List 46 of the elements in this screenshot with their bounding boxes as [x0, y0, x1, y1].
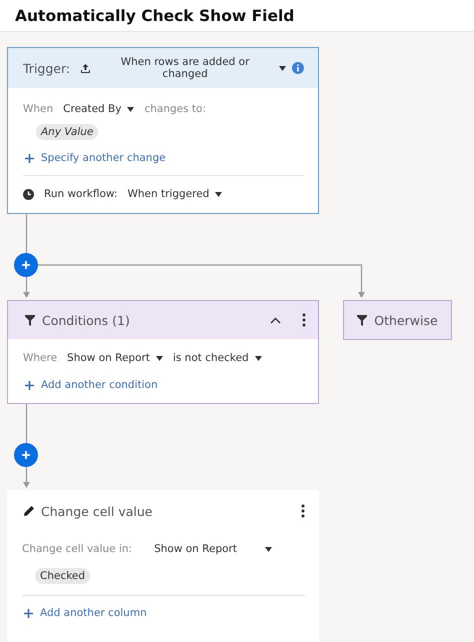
collapse-icon[interactable] — [270, 316, 281, 324]
value-chip[interactable]: Any Value — [36, 124, 98, 140]
value-chip[interactable]: Checked — [35, 568, 90, 584]
plus-icon — [25, 154, 34, 162]
otherwise-label: Otherwise — [374, 312, 438, 328]
filter-icon — [357, 314, 368, 326]
add-condition-link[interactable]: Add another condition — [23, 375, 160, 395]
field-dropdown[interactable]: Show on Report — [67, 352, 163, 364]
caret-icon — [215, 192, 222, 196]
operator-dropdown[interactable]: is not checked — [172, 352, 262, 364]
conditions-title: Conditions (1) — [42, 312, 130, 328]
upload-icon — [80, 62, 92, 74]
down-arrow — [23, 467, 30, 488]
add-column-link[interactable]: Add another column — [22, 603, 149, 623]
caret-icon — [254, 356, 262, 360]
change-in-label: Change cell value in: — [22, 543, 132, 555]
more-icon[interactable] — [301, 504, 305, 518]
clock-icon — [23, 188, 34, 200]
otherwise-card[interactable]: Otherwise — [343, 300, 452, 340]
caret-icon — [279, 66, 286, 70]
filter-icon — [25, 314, 35, 326]
connector-line — [26, 214, 28, 254]
add-step-button[interactable] — [14, 443, 38, 467]
more-icon[interactable] — [302, 313, 306, 327]
action-title: Change cell value — [41, 504, 152, 518]
page-title: Automatically Check Show Field — [15, 6, 294, 24]
when-label: When — [23, 103, 54, 115]
add-step-button[interactable] — [14, 253, 38, 277]
pencil-icon — [23, 505, 35, 517]
changes-label: changes to: — [144, 103, 206, 115]
trigger-label: Trigger: — [23, 60, 70, 76]
info-icon[interactable] — [292, 62, 304, 74]
plus-icon — [24, 608, 33, 618]
connector-line — [26, 404, 28, 444]
field-dropdown[interactable]: Created By — [63, 103, 134, 115]
down-arrow — [23, 277, 30, 298]
column-dropdown[interactable]: Show on Report — [154, 543, 272, 555]
caret-icon — [127, 106, 134, 112]
plus-icon — [25, 380, 34, 390]
specify-change-link[interactable]: Specify another change — [23, 148, 168, 168]
caret-icon — [156, 356, 163, 360]
trigger-dropdown[interactable]: When rows are added or changed — [80, 56, 286, 80]
caret-icon — [264, 546, 272, 552]
run-workflow-label: Run workflow: — [44, 188, 118, 200]
run-dropdown[interactable]: When triggered — [127, 188, 222, 200]
where-label: Where — [23, 352, 58, 364]
